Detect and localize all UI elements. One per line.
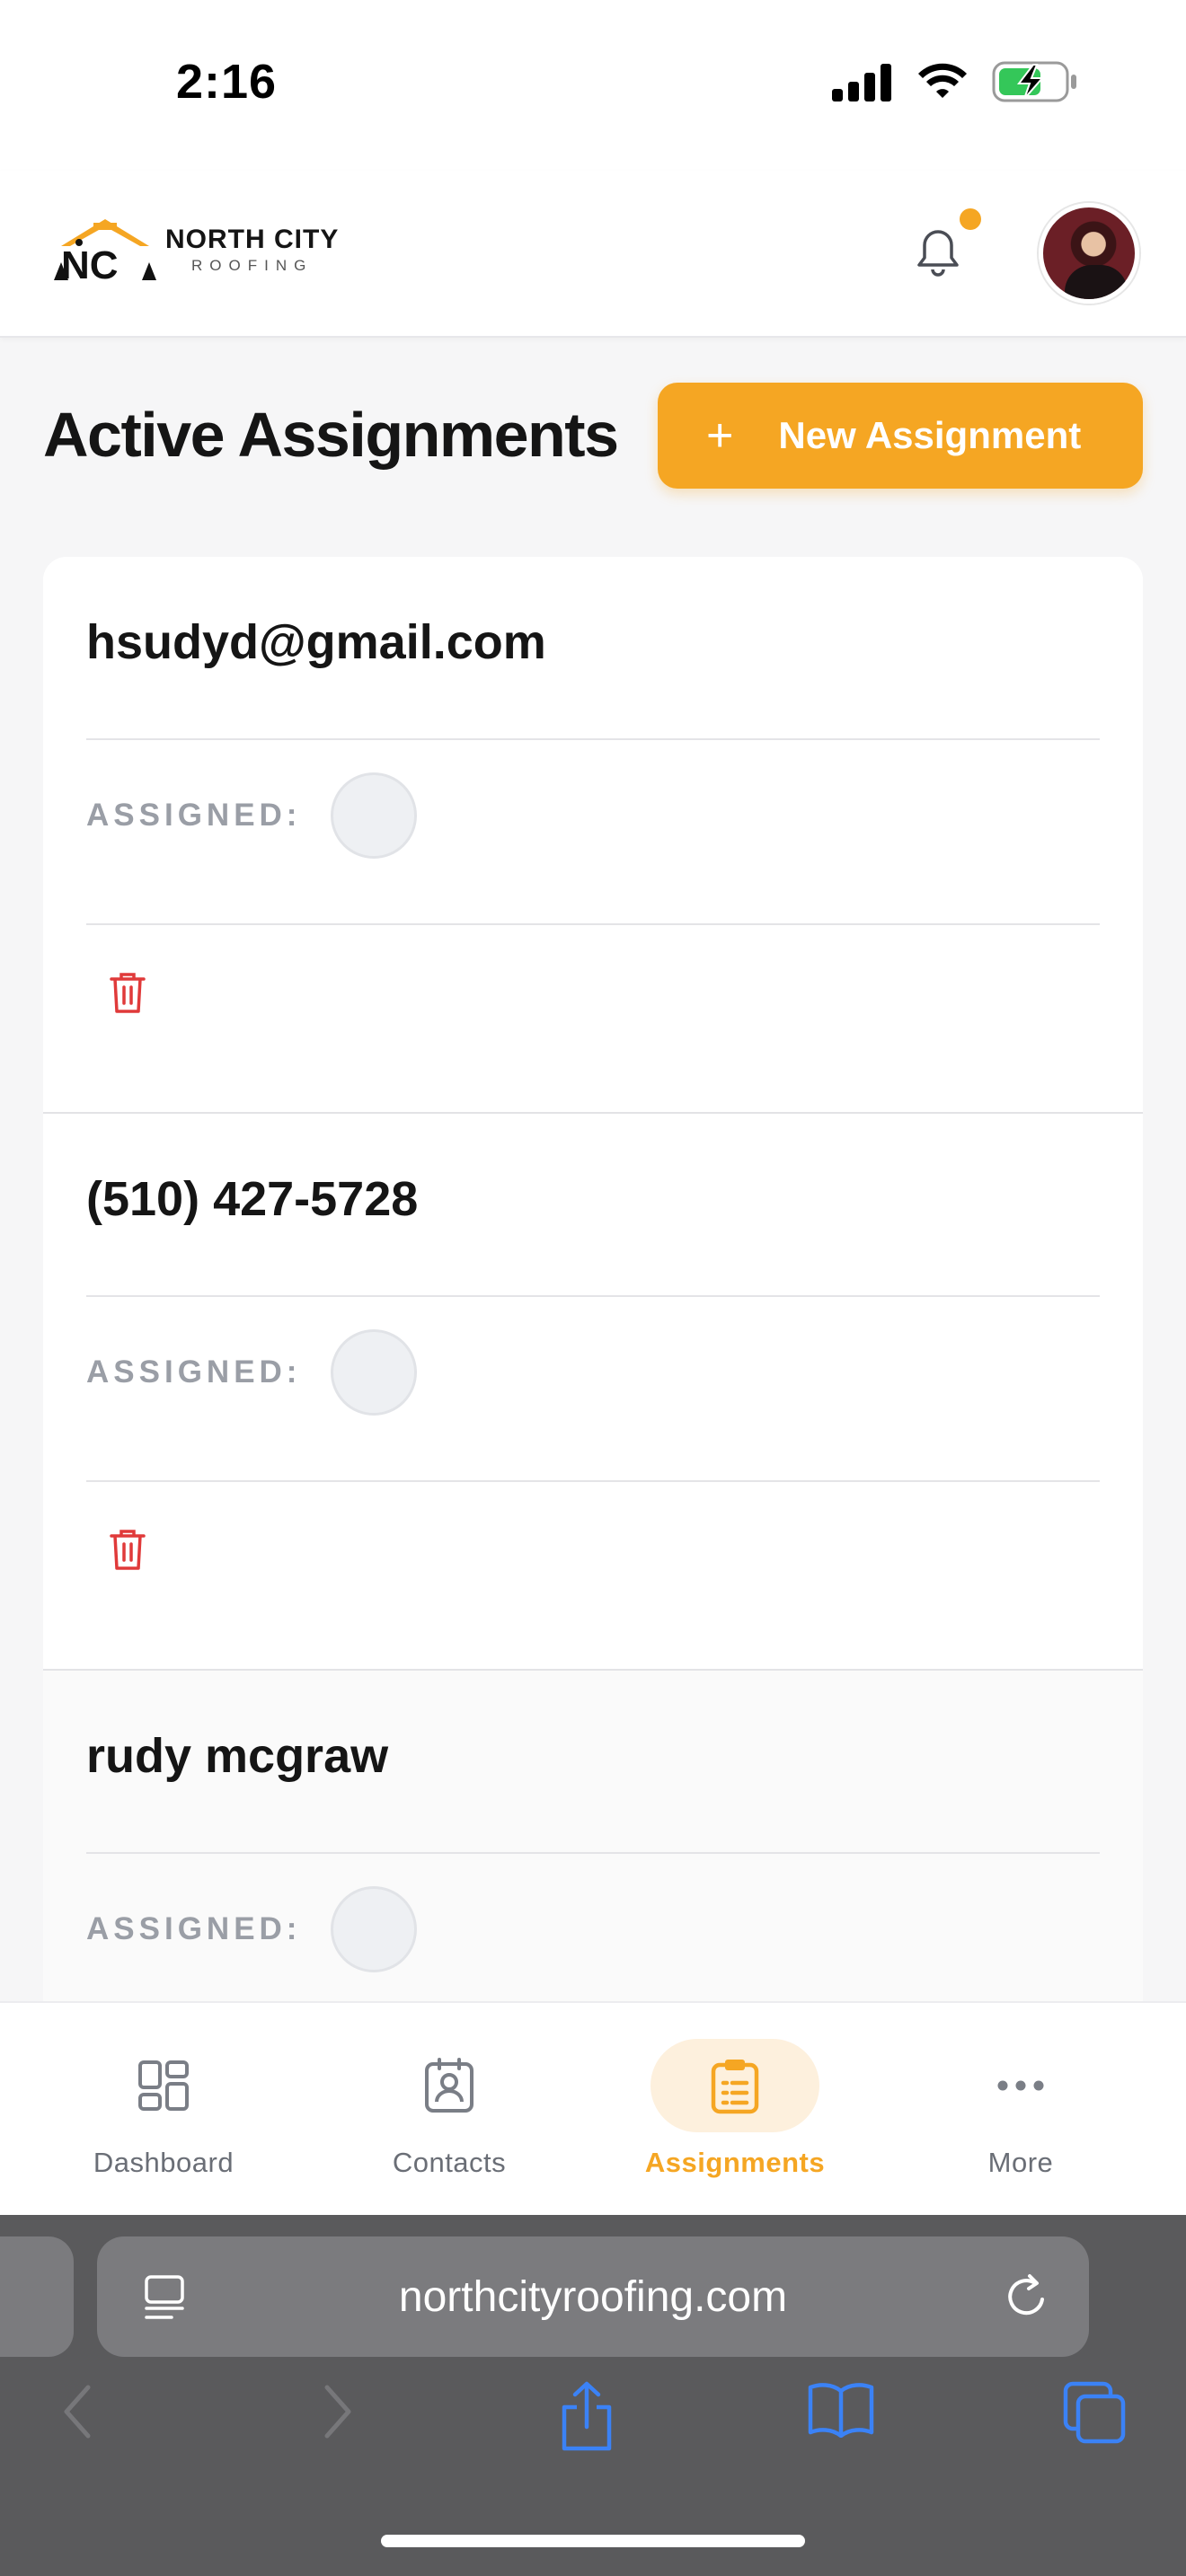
trash-icon[interactable] <box>108 970 147 1015</box>
brand-name: NORTH CITY <box>165 225 340 254</box>
wifi-icon <box>918 63 967 98</box>
brand-logo[interactable]: NC NORTH CITY ROOFING <box>52 216 339 284</box>
divider <box>86 1295 1100 1297</box>
user-avatar[interactable] <box>1039 203 1139 304</box>
share-icon[interactable] <box>559 2380 615 2452</box>
assigned-label: ASSIGNED: <box>86 1911 302 1946</box>
status-icons <box>832 61 1078 102</box>
assigned-label: ASSIGNED: <box>86 1354 302 1389</box>
bookmarks-icon[interactable] <box>807 2380 875 2438</box>
brand-text: NORTH CITY ROOFING <box>165 225 339 275</box>
url-text: northcityroofing.com <box>398 2273 788 2321</box>
divider <box>86 1852 1100 1854</box>
assignment-title: rudy mcgraw <box>86 1729 389 1783</box>
battery-charging-icon <box>992 61 1076 102</box>
assignment-list: hsudyd@gmail.com ASSIGNED: (510) 427-572… <box>43 557 1143 2003</box>
app-header: NC NORTH CITY ROOFING <box>0 171 1186 338</box>
tab-label: Assignments <box>644 2147 826 2178</box>
assignee-avatar-placeholder[interactable] <box>331 1329 417 1416</box>
tab-icon-wrap <box>651 2039 819 2132</box>
assignee-avatar-placeholder[interactable] <box>331 1886 417 1972</box>
reload-icon[interactable] <box>1005 2272 1051 2321</box>
dashboard-icon <box>138 2060 189 2111</box>
previous-tab-preview[interactable] <box>0 2236 74 2357</box>
assignment-card[interactable]: rudy mcgraw ASSIGNED: <box>43 1671 1143 2003</box>
tab-assignments[interactable]: Assignments <box>600 2003 870 2217</box>
new-assignment-label: New Assignment <box>778 414 1082 456</box>
assignment-card[interactable]: hsudyd@gmail.com ASSIGNED: <box>43 557 1143 1114</box>
browser-nav-row <box>0 2380 1186 2461</box>
tab-icon-wrap <box>936 2039 1105 2132</box>
brand-sub: ROOFING <box>190 257 314 274</box>
divider <box>86 1480 1100 1482</box>
tab-label: Contacts <box>392 2147 507 2178</box>
clipboard-icon <box>711 2060 759 2114</box>
page-title: Active Assignments <box>43 400 619 470</box>
tabs-icon[interactable] <box>1062 2380 1127 2445</box>
notification-badge <box>960 208 981 230</box>
forward-icon[interactable] <box>320 2380 356 2443</box>
assignment-card[interactable]: (510) 427-5728 ASSIGNED: <box>43 1114 1143 1671</box>
browser-toolbar: northcityroofing.com <box>0 2215 1186 2576</box>
assignment-title: (510) 427-5728 <box>86 1172 419 1226</box>
signal-icon <box>832 64 891 101</box>
tab-dashboard[interactable]: Dashboard <box>29 2003 298 2217</box>
tab-label: Dashboard <box>93 2147 235 2178</box>
contacts-icon <box>425 2058 474 2113</box>
divider <box>86 923 1100 925</box>
tab-label: More <box>987 2147 1054 2178</box>
bottom-tab-bar: Dashboard Contacts Assignments More <box>0 2001 1186 2215</box>
notification-bell-icon[interactable] <box>915 226 961 280</box>
address-bar[interactable]: northcityroofing.com <box>97 2236 1089 2357</box>
house-logo-icon: NC <box>54 219 156 284</box>
assignment-title: hsudyd@gmail.com <box>86 615 546 669</box>
more-icon <box>997 2080 1044 2091</box>
svg-text:NC: NC <box>61 243 119 284</box>
new-assignment-button[interactable]: + New Assignment <box>658 383 1143 489</box>
tab-icon-wrap <box>365 2039 534 2132</box>
tab-contacts[interactable]: Contacts <box>314 2003 584 2217</box>
assigned-label: ASSIGNED: <box>86 798 302 833</box>
home-indicator <box>381 2535 805 2547</box>
trash-icon[interactable] <box>108 1527 147 1572</box>
plus-icon: + <box>706 410 734 462</box>
assignee-avatar-placeholder[interactable] <box>331 772 417 859</box>
status-time: 2:16 <box>176 55 278 109</box>
tab-more[interactable]: More <box>886 2003 1155 2217</box>
back-icon[interactable] <box>59 2380 95 2443</box>
status-bar: 2:16 <box>0 0 1186 171</box>
tab-icon-wrap <box>79 2039 248 2132</box>
divider <box>86 738 1100 740</box>
